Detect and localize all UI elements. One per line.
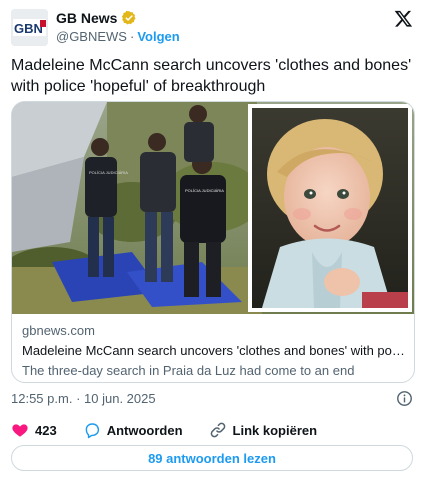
link-title[interactable]: Madeleine McCann search uncovers 'clothe… <box>22 342 406 359</box>
verified-badge-icon <box>122 10 137 25</box>
read-replies-button[interactable]: 89 antwoorden lezen <box>11 445 413 471</box>
like-count: 423 <box>35 422 57 438</box>
link-preview-image[interactable]: POLÍCIA JUDICIÁRIA POLÍCIA JUDICIÁRIA <box>12 102 414 314</box>
tweet-timestamp[interactable]: 12:55 p.m. · 10 jun. 2025 <box>11 390 156 407</box>
tweet-card: GBN GB News @GBNEWS · Volgen Madeleine M… <box>0 0 426 478</box>
copy-link-label: Link kopiëren <box>232 422 318 438</box>
info-icon[interactable] <box>396 390 413 407</box>
copy-link-button[interactable]: Link kopiëren <box>209 421 318 439</box>
tweet-time: 12:55 p.m. <box>11 391 73 406</box>
avatar-logo-text: GBN <box>14 21 43 36</box>
vest-text-1: POLÍCIA JUDICIÁRIA <box>89 170 128 175</box>
reply-bubble-icon <box>85 423 99 439</box>
author-name[interactable]: GB News <box>56 10 117 26</box>
author-handle[interactable]: @GBNEWS <box>56 29 127 44</box>
link-preview-card[interactable]: POLÍCIA JUDICIÁRIA POLÍCIA JUDICIÁRIA gb… <box>11 101 415 383</box>
author-handle-row: @GBNEWS · Volgen <box>56 28 180 45</box>
link-card-meta: gbnews.com Madeleine McCann search uncov… <box>22 323 406 379</box>
like-button[interactable]: 423 <box>11 421 57 439</box>
reply-label: Antwoorden <box>106 422 183 438</box>
gbnews-logo-icon: GBN <box>11 9 48 46</box>
link-domain: gbnews.com <box>22 323 95 338</box>
tweet-text: Madeleine McCann search uncovers 'clothe… <box>11 57 412 95</box>
reply-button[interactable]: Antwoorden <box>83 421 183 439</box>
author-avatar[interactable]: GBN <box>11 9 48 46</box>
vest-text-2: POLÍCIA JUDICIÁRIA <box>185 188 224 193</box>
follow-button[interactable]: Volgen <box>137 29 179 44</box>
heart-icon <box>12 424 28 437</box>
link-description: The three-day search in Praia da Luz had… <box>22 363 355 378</box>
tweet-actions: 423 Antwoorden Link kopiëren <box>11 421 343 439</box>
author-name-row: GB News <box>56 9 137 27</box>
tweet-date: 10 jun. 2025 <box>84 391 156 406</box>
news-photo: POLÍCIA JUDICIÁRIA POLÍCIA JUDICIÁRIA <box>12 102 414 314</box>
handle-separator: · <box>129 29 135 44</box>
timestamp-separator: · <box>76 391 81 406</box>
x-logo-icon[interactable] <box>394 9 413 28</box>
link-icon <box>210 422 225 438</box>
